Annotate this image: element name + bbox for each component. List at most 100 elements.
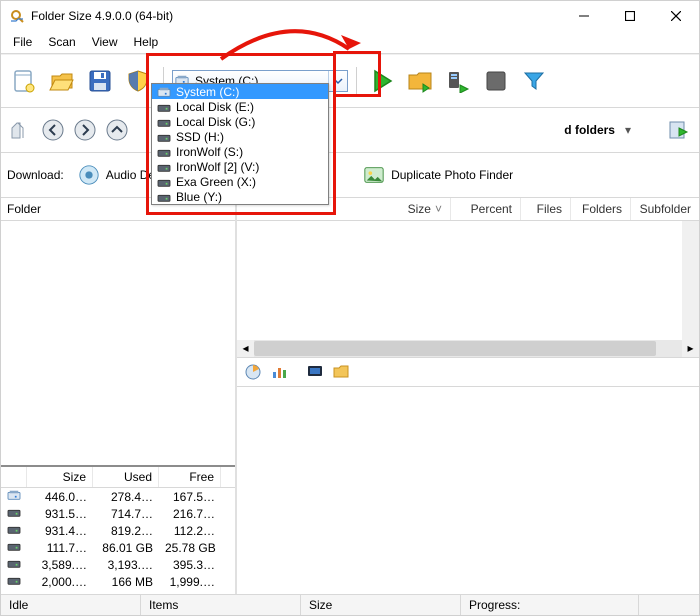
duplicate-photo-link[interactable]: Duplicate Photo Finder xyxy=(357,161,519,189)
stop-button[interactable] xyxy=(479,64,513,98)
chart-area-empty xyxy=(237,387,699,616)
hdd-icon xyxy=(156,116,172,128)
main-toolbar: System (C:) xyxy=(1,54,699,108)
file-list-empty xyxy=(237,221,682,340)
cell-free: 25.78 GB xyxy=(159,541,221,555)
export-button[interactable] xyxy=(665,116,693,144)
new-scan-button[interactable] xyxy=(7,64,41,98)
menu-bar: File Scan View Help xyxy=(1,31,699,54)
folder-tree-empty xyxy=(1,221,235,465)
system-disk-icon xyxy=(156,86,172,98)
pie-chart-icon[interactable] xyxy=(243,362,263,382)
dropdown-item-label: Local Disk (G:) xyxy=(176,115,255,129)
minimize-button[interactable] xyxy=(561,1,607,31)
hdd-icon xyxy=(156,146,172,158)
dropdown-item[interactable]: Exa Green (X:) xyxy=(152,174,328,189)
cell-used: 819.2… xyxy=(93,524,159,538)
menu-view[interactable]: View xyxy=(84,33,126,51)
dropdown-item[interactable]: Local Disk (G:) xyxy=(152,114,328,129)
table-row[interactable]: 3,589.…3,193.…395.3… xyxy=(1,556,235,573)
dropdown-item[interactable]: IronWolf [2] (V:) xyxy=(152,159,328,174)
dropdown-item[interactable]: SSD (H:) xyxy=(152,129,328,144)
open-button[interactable] xyxy=(45,64,79,98)
file-list-hscrollbar[interactable]: ◂ ▸ xyxy=(237,340,699,357)
system-disk-icon xyxy=(1,489,27,504)
cell-free: 1,999.… xyxy=(159,575,221,589)
col-percent[interactable]: Percent xyxy=(471,202,512,216)
col-free[interactable]: Free xyxy=(159,467,221,487)
cell-size: 2,000.… xyxy=(27,575,93,589)
dropdown-item-label: Local Disk (E:) xyxy=(176,100,254,114)
col-size[interactable]: Size xyxy=(27,467,93,487)
filter-button[interactable] xyxy=(517,64,551,98)
scan-folder-button[interactable] xyxy=(403,64,437,98)
hdd-icon xyxy=(156,191,172,203)
close-button[interactable] xyxy=(653,1,699,31)
folder-chart-icon[interactable] xyxy=(331,362,351,382)
up-button[interactable] xyxy=(103,116,131,144)
forward-button[interactable] xyxy=(71,116,99,144)
dropdown-item-label: Blue (Y:) xyxy=(176,190,222,204)
save-button[interactable] xyxy=(83,64,117,98)
table-row[interactable]: 931.4…819.2…112.2… xyxy=(1,522,235,539)
col-files[interactable]: Files xyxy=(537,202,562,216)
download-bar: Download: Audio De Duplicate Photo Finde… xyxy=(1,153,699,198)
table-row[interactable]: 931.5…714.7…216.7… xyxy=(1,505,235,522)
shield-button[interactable] xyxy=(121,64,155,98)
dropdown-item-label: IronWolf [2] (V:) xyxy=(176,160,259,174)
network-scan-button[interactable] xyxy=(441,64,475,98)
dropdown-item[interactable]: Blue (Y:) xyxy=(152,189,328,204)
cell-used: 166 MB xyxy=(93,575,159,589)
back-button[interactable] xyxy=(39,116,67,144)
dropdown-item-label: Exa Green (X:) xyxy=(176,175,256,189)
audio-dedupe-label: Audio De xyxy=(106,168,155,182)
bar-chart-icon[interactable] xyxy=(269,362,289,382)
nav-toolbar: B d folders ▾ xyxy=(1,108,699,153)
maximize-button[interactable] xyxy=(607,1,653,31)
dropdown-item[interactable]: IronWolf (S:) xyxy=(152,144,328,159)
table-row[interactable]: 446.0…278.4…167.5… xyxy=(1,488,235,505)
dropdown-arrow-icon[interactable]: ▾ xyxy=(619,123,637,137)
cell-size: 3,589.… xyxy=(27,558,93,572)
hdd-icon xyxy=(1,506,27,521)
file-list-vscrollbar[interactable] xyxy=(682,221,699,340)
menu-help[interactable]: Help xyxy=(126,33,167,51)
dropdown-item-label: IronWolf (S:) xyxy=(176,145,243,159)
cell-free: 112.2… xyxy=(159,524,221,538)
sort-chevron-icon: ˅ xyxy=(435,202,442,216)
screen-icon[interactable] xyxy=(305,362,325,382)
status-items: Items xyxy=(149,598,178,612)
dropdown-item[interactable]: Local Disk (E:) xyxy=(152,99,328,114)
table-row[interactable]: 111.7…86.01 GB25.78 GB xyxy=(1,539,235,556)
hdd-icon xyxy=(156,131,172,143)
col-subfolder[interactable]: Subfolder xyxy=(640,202,691,216)
right-pane: Size ˅ Percent Files Folders Subfolder ◂… xyxy=(237,198,699,616)
col-folders[interactable]: Folders xyxy=(582,202,622,216)
cell-size: 931.4… xyxy=(27,524,93,538)
col-size-right[interactable]: Size xyxy=(408,202,431,216)
hdd-icon xyxy=(1,540,27,555)
cell-used: 3,193.… xyxy=(93,558,159,572)
table-row[interactable]: 2,000.…166 MB1,999.… xyxy=(1,573,235,590)
drive-dropdown-list[interactable]: System (C:)Local Disk (E:)Local Disk (G:… xyxy=(151,83,329,205)
home-button[interactable] xyxy=(7,116,35,144)
chevron-down-icon[interactable] xyxy=(328,71,347,91)
cell-free: 395.3… xyxy=(159,558,221,572)
audio-dedupe-link[interactable]: Audio De xyxy=(72,161,161,189)
col-used[interactable]: Used xyxy=(93,467,159,487)
menu-file[interactable]: File xyxy=(5,33,40,51)
dropdown-item-label: SSD (H:) xyxy=(176,130,224,144)
cell-used: 86.01 GB xyxy=(93,541,159,555)
cell-size: 111.7… xyxy=(27,541,93,555)
cell-used: 278.4… xyxy=(93,490,159,504)
scan-play-button[interactable] xyxy=(365,64,399,98)
menu-scan[interactable]: Scan xyxy=(40,33,83,51)
dropdown-item[interactable]: System (C:) xyxy=(152,84,328,99)
scroll-left-arrow-icon[interactable]: ◂ xyxy=(237,340,254,357)
folder-column-header[interactable]: Folder xyxy=(7,202,41,216)
cell-used: 714.7… xyxy=(93,507,159,521)
scroll-right-arrow-icon[interactable]: ▸ xyxy=(682,340,699,357)
hdd-icon xyxy=(156,161,172,173)
status-progress: Progress: xyxy=(469,598,520,612)
hdd-icon xyxy=(156,176,172,188)
